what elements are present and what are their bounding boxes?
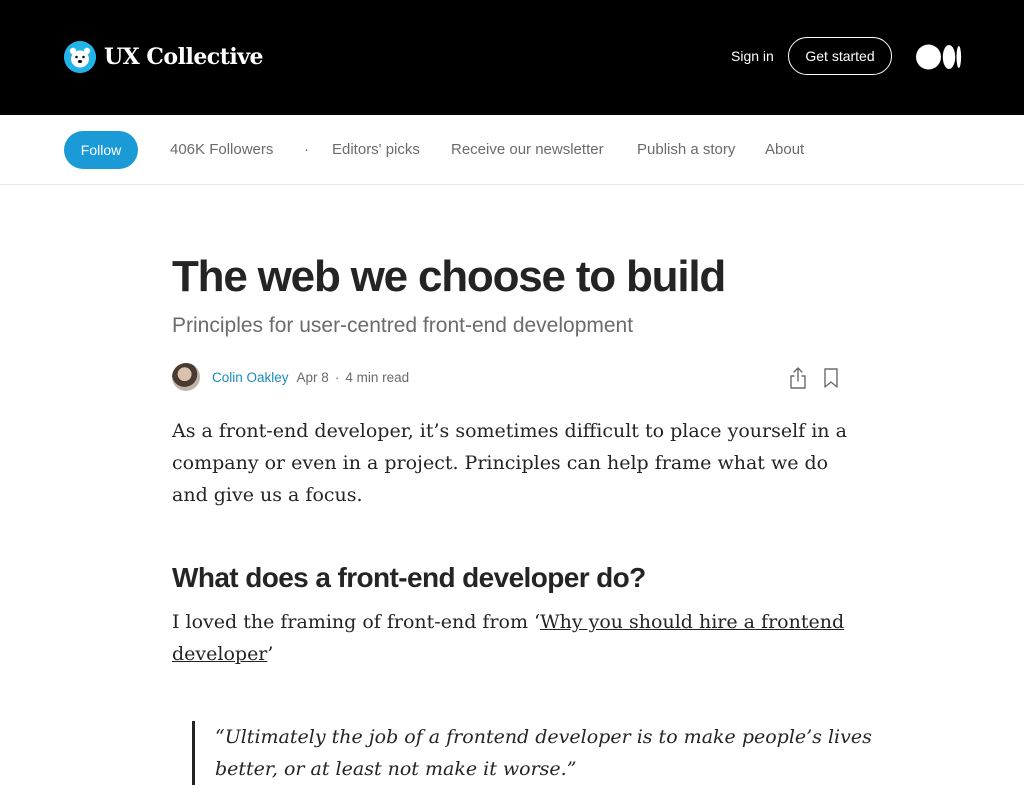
nav-item-publish-story[interactable]: Publish a story <box>637 141 735 158</box>
article-paragraph-1: As a front-end developer, it’s sometimes… <box>172 420 847 506</box>
paragraph-2-suffix: ’ <box>267 643 274 665</box>
bookmark-icon[interactable] <box>822 367 840 389</box>
paragraph-2-prefix: I loved the framing of front-end from ‘ <box>172 611 541 633</box>
nav-item-newsletter[interactable]: Receive our newsletter <box>451 141 604 158</box>
nav-separator: · <box>304 141 309 158</box>
author-name-link[interactable]: Colin Oakley <box>212 370 289 385</box>
article-blockquote: “Ultimately the job of a frontend develo… <box>192 721 912 785</box>
medium-logo-icon[interactable] <box>916 44 962 70</box>
publication-name: UX Collective <box>104 44 264 70</box>
article-title: The web we choose to build <box>172 252 726 301</box>
get-started-button[interactable]: Get started <box>788 37 892 75</box>
byline: Colin Oakley Apr 8 · 4 min read <box>172 363 409 391</box>
site-header: UX Collective Sign in Get started <box>0 0 1024 115</box>
publication-logo[interactable]: UX Collective <box>64 41 264 73</box>
author-avatar[interactable] <box>172 363 200 391</box>
sign-in-link[interactable]: Sign in <box>731 48 774 64</box>
followers-count[interactable]: 406K Followers <box>170 141 273 158</box>
nav-item-about[interactable]: About <box>765 141 804 158</box>
follow-button[interactable]: Follow <box>64 131 138 169</box>
article-paragraph-2: I loved the framing of front-end from ‘W… <box>172 606 852 670</box>
polar-bear-logo-icon <box>64 41 96 73</box>
article-subtitle: Principles for user-centred front-end de… <box>172 314 634 337</box>
byline-separator: · <box>334 369 340 385</box>
read-time: 4 min read <box>345 369 410 385</box>
nav-item-editors-picks[interactable]: Editors' picks <box>332 141 420 158</box>
publish-date: Apr 8 <box>296 369 329 385</box>
share-icon[interactable] <box>788 366 808 390</box>
section-heading: What does a front-end developer do? <box>172 562 646 593</box>
publication-nav: Follow 406K Followers · Editors' picks R… <box>0 115 1024 185</box>
